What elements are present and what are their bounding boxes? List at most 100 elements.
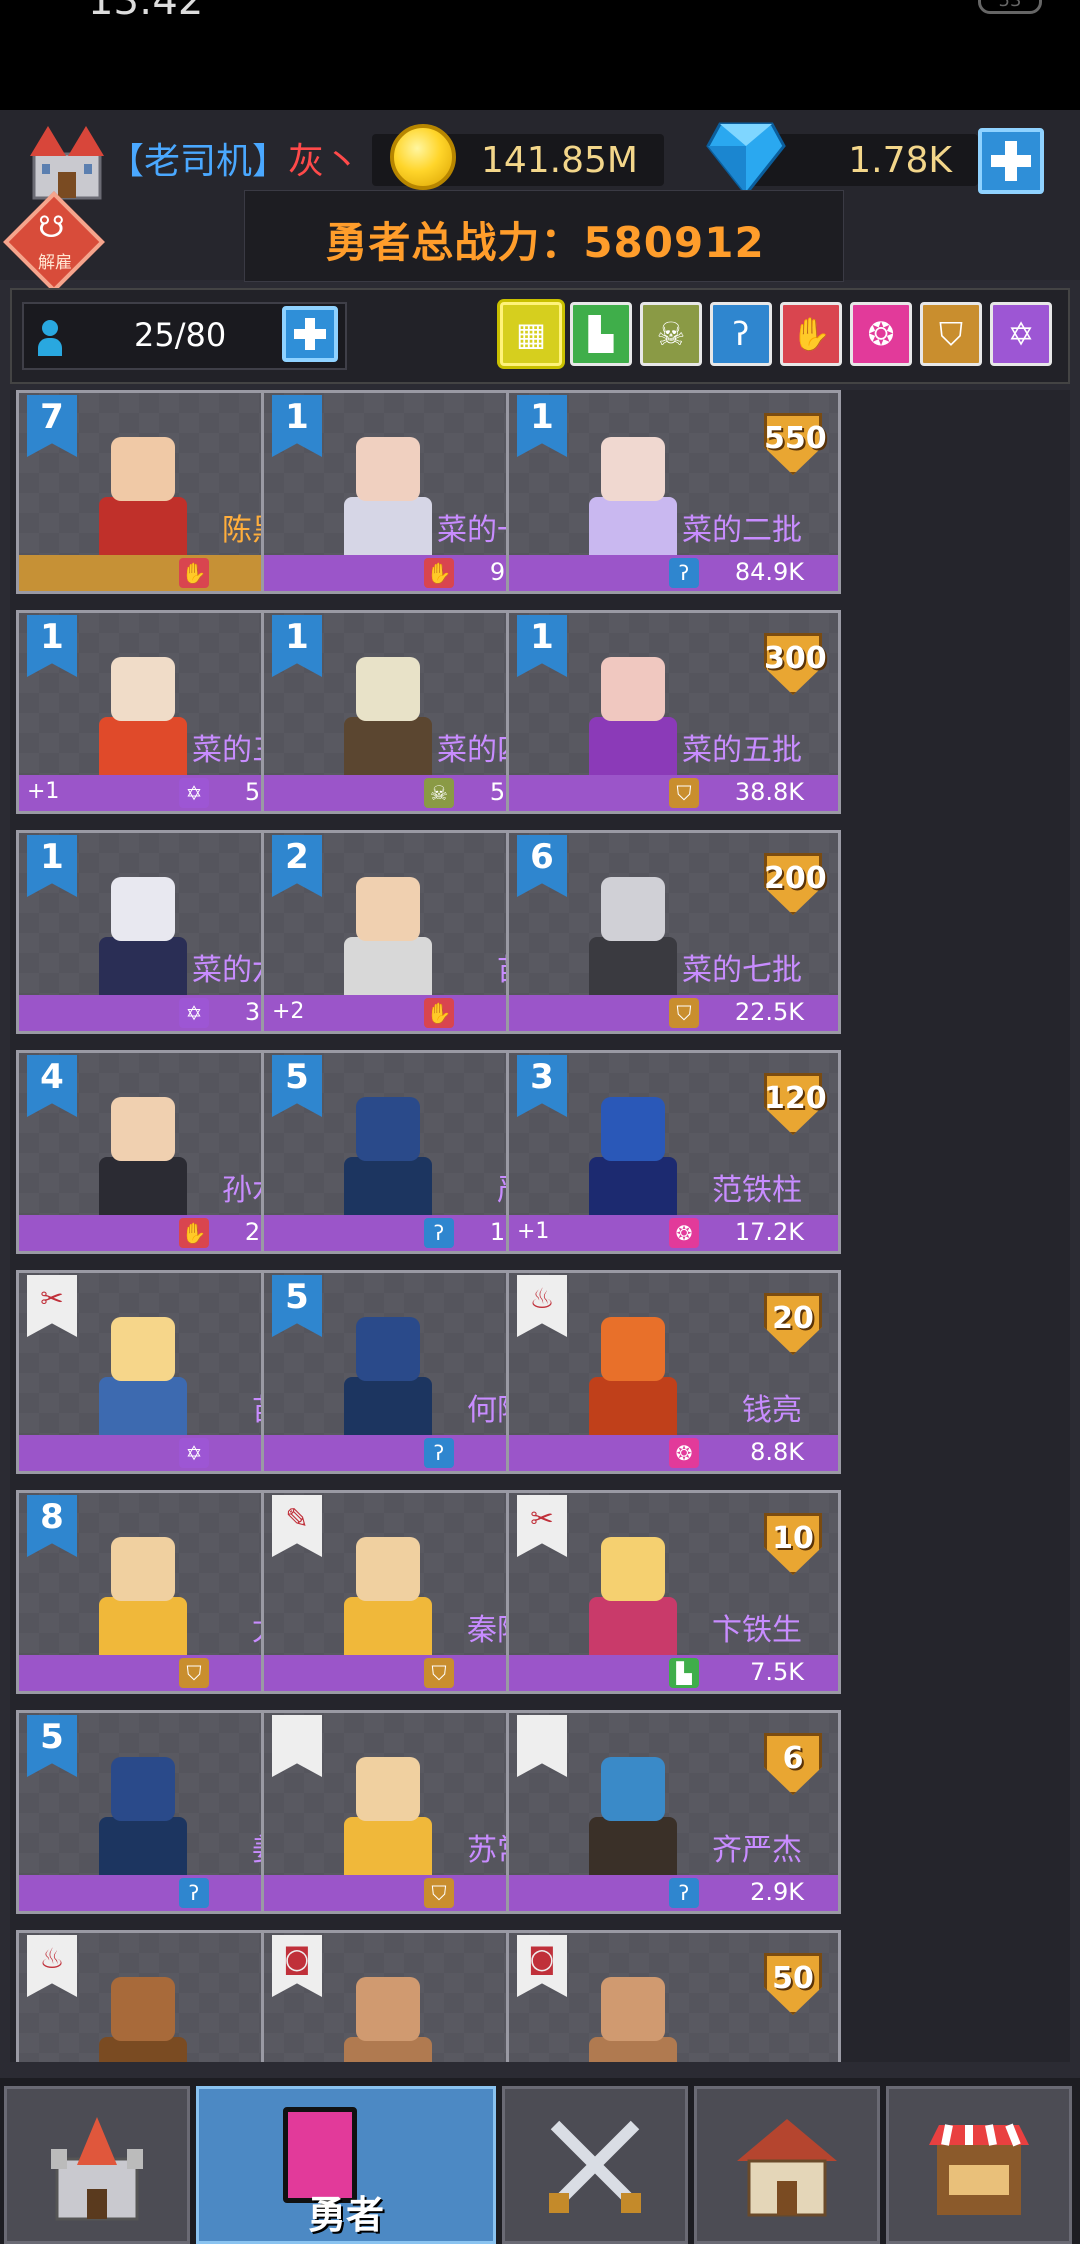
- nav-battle[interactable]: [502, 2086, 688, 2244]
- hero-card[interactable]: ♨ 20 钱亮 ❂ 8.8K: [506, 1270, 841, 1474]
- job-icon: [279, 1721, 315, 1757]
- nav-castle[interactable]: [4, 2086, 190, 2244]
- fire-class-icon: ❂: [669, 1218, 699, 1248]
- house-icon: [737, 2119, 837, 2217]
- crossed-swords-icon: [549, 2120, 641, 2213]
- hero-head: [601, 437, 665, 501]
- hero-head: [601, 657, 665, 721]
- upgrade-bonus: +2: [272, 999, 305, 1024]
- star-rank-value: 5: [40, 1717, 64, 1757]
- hero-card[interactable]: 6 齐严杰 ʔ 2.9K: [506, 1710, 841, 1914]
- filter-star[interactable]: ✡: [990, 302, 1052, 366]
- gauntlet-class-icon: ✋: [179, 1218, 209, 1248]
- hero-power: 22.5K: [734, 998, 804, 1026]
- hero-sprite: [314, 1077, 464, 1237]
- boot-class-icon: ▙: [669, 1658, 699, 1688]
- player-name[interactable]: 【老司机】灰丶: [108, 132, 360, 184]
- buy-gems-button[interactable]: [978, 128, 1044, 194]
- diamond-icon: [706, 122, 786, 196]
- nav-heroes-label: 勇者: [307, 2193, 384, 2237]
- job-icon: ♨: [39, 1942, 65, 1975]
- hero-power: 38.8K: [734, 778, 804, 806]
- hero-head: [111, 1757, 175, 1821]
- hero-power: 2.9K: [750, 1878, 804, 1906]
- shield-class-icon: ⛉: [669, 778, 699, 808]
- hero-head: [601, 1317, 665, 1381]
- hero-sprite: [314, 1517, 464, 1677]
- filter-all[interactable]: ▦: [500, 302, 562, 366]
- hero-head: [356, 1097, 420, 1161]
- hero-sprite: [314, 1737, 464, 1897]
- hero-card[interactable]: ◙ 50: [506, 1930, 841, 2062]
- star-rank-value: 7: [40, 397, 64, 437]
- hero-card[interactable]: 3 120 范铁柱 +1 ❂ 17.2K: [506, 1050, 841, 1254]
- hero-head: [601, 1757, 665, 1821]
- filter-staff[interactable]: ʔ: [710, 302, 772, 366]
- hero-stat-bar: +1 ❂ 17.2K: [509, 1215, 838, 1251]
- hero-level: 120: [764, 1081, 827, 1116]
- star-rank-value: 1: [40, 837, 64, 877]
- hero-sprite: [559, 637, 709, 797]
- star-rank-value: 1: [530, 617, 554, 657]
- hero-name: 菜的二批: [682, 513, 802, 548]
- hero-head: [111, 1537, 175, 1601]
- fire-icon: ❂: [867, 315, 895, 353]
- hero-sprite: [69, 1077, 219, 1237]
- star-rank-value: 5: [285, 1277, 309, 1317]
- hero-card[interactable]: 1 550 菜的二批 ʔ 84.9K: [506, 390, 841, 594]
- star-rank-value: 5: [285, 1057, 309, 1097]
- hero-sprite: [314, 1297, 464, 1457]
- hero-level: 10: [772, 1521, 814, 1556]
- shield-class-icon: ⛉: [424, 1878, 454, 1908]
- hero-head: [356, 657, 420, 721]
- hero-power: 17.2K: [734, 1218, 804, 1246]
- gauntlet-icon: ✋: [791, 315, 831, 353]
- filter-gauntlet[interactable]: ✋: [780, 302, 842, 366]
- hero-card[interactable]: 6 200 菜的七批 ⛉ 22.5K: [506, 830, 841, 1034]
- hero-head: [111, 877, 175, 941]
- star-rank-value: 2: [285, 837, 309, 877]
- status-time: 13:42: [88, 0, 204, 24]
- hero-level: 200: [764, 861, 827, 896]
- staff-class-icon: ʔ: [424, 1438, 454, 1468]
- hero-card[interactable]: ✂ 10 卞铁生 ▙ 7.5K: [506, 1490, 841, 1694]
- nav-heroes[interactable]: 勇者: [196, 2086, 496, 2244]
- hero-card[interactable]: 1 300 菜的五批 ⛉ 38.8K: [506, 610, 841, 814]
- filter-bar: 25/80 ▦ ▙ ☠ ʔ ✋ ❂ ⛉ ✡: [10, 288, 1070, 384]
- hero-sprite: [314, 1957, 464, 2062]
- game-screen: 【老司机】灰丶 141.85M 1.78K ☋ 解雇 勇者总战力：580912 …: [0, 110, 1080, 2244]
- filter-fire[interactable]: ❂: [850, 302, 912, 366]
- filter-boot[interactable]: ▙: [570, 302, 632, 366]
- hero-head: [356, 877, 420, 941]
- hero-level: 50: [772, 1961, 814, 1996]
- hero-power: 7.5K: [750, 1658, 804, 1686]
- person-icon: [38, 320, 62, 356]
- staff-class-icon: ʔ: [424, 1218, 454, 1248]
- upgrade-bonus: +1: [517, 1219, 550, 1244]
- hero-level: 6: [782, 1741, 804, 1776]
- expand-capacity-button[interactable]: [282, 306, 338, 362]
- gauntlet-class-icon: ✋: [424, 558, 454, 588]
- job-icon: ✎: [285, 1502, 309, 1535]
- castle-icon: [51, 2117, 143, 2221]
- filter-skull[interactable]: ☠: [640, 302, 702, 366]
- hero-name: 菜的五批: [682, 733, 802, 768]
- filter-shield[interactable]: ⛉: [920, 302, 982, 366]
- job-icon: [524, 1721, 560, 1757]
- nav-shop[interactable]: [886, 2086, 1072, 2244]
- nav-house[interactable]: [694, 2086, 880, 2244]
- hero-level: 300: [764, 641, 827, 676]
- hero-name: 菜的七批: [682, 953, 802, 988]
- star-class-icon: ✡: [179, 1438, 209, 1468]
- hero-head: [111, 1977, 175, 2041]
- hero-sprite: [559, 1737, 709, 1897]
- hero-sprite: [69, 1517, 219, 1677]
- castle-icon: [30, 126, 104, 200]
- player-title: 【老司机】: [108, 141, 289, 182]
- gold-value: 141.85M: [480, 140, 638, 181]
- hero-level: 550: [764, 421, 827, 456]
- star-class-icon: ✡: [179, 778, 209, 808]
- hero-name: 范铁柱: [712, 1173, 802, 1208]
- fire-class-icon: ❂: [669, 1438, 699, 1468]
- hero-sprite: [559, 857, 709, 1017]
